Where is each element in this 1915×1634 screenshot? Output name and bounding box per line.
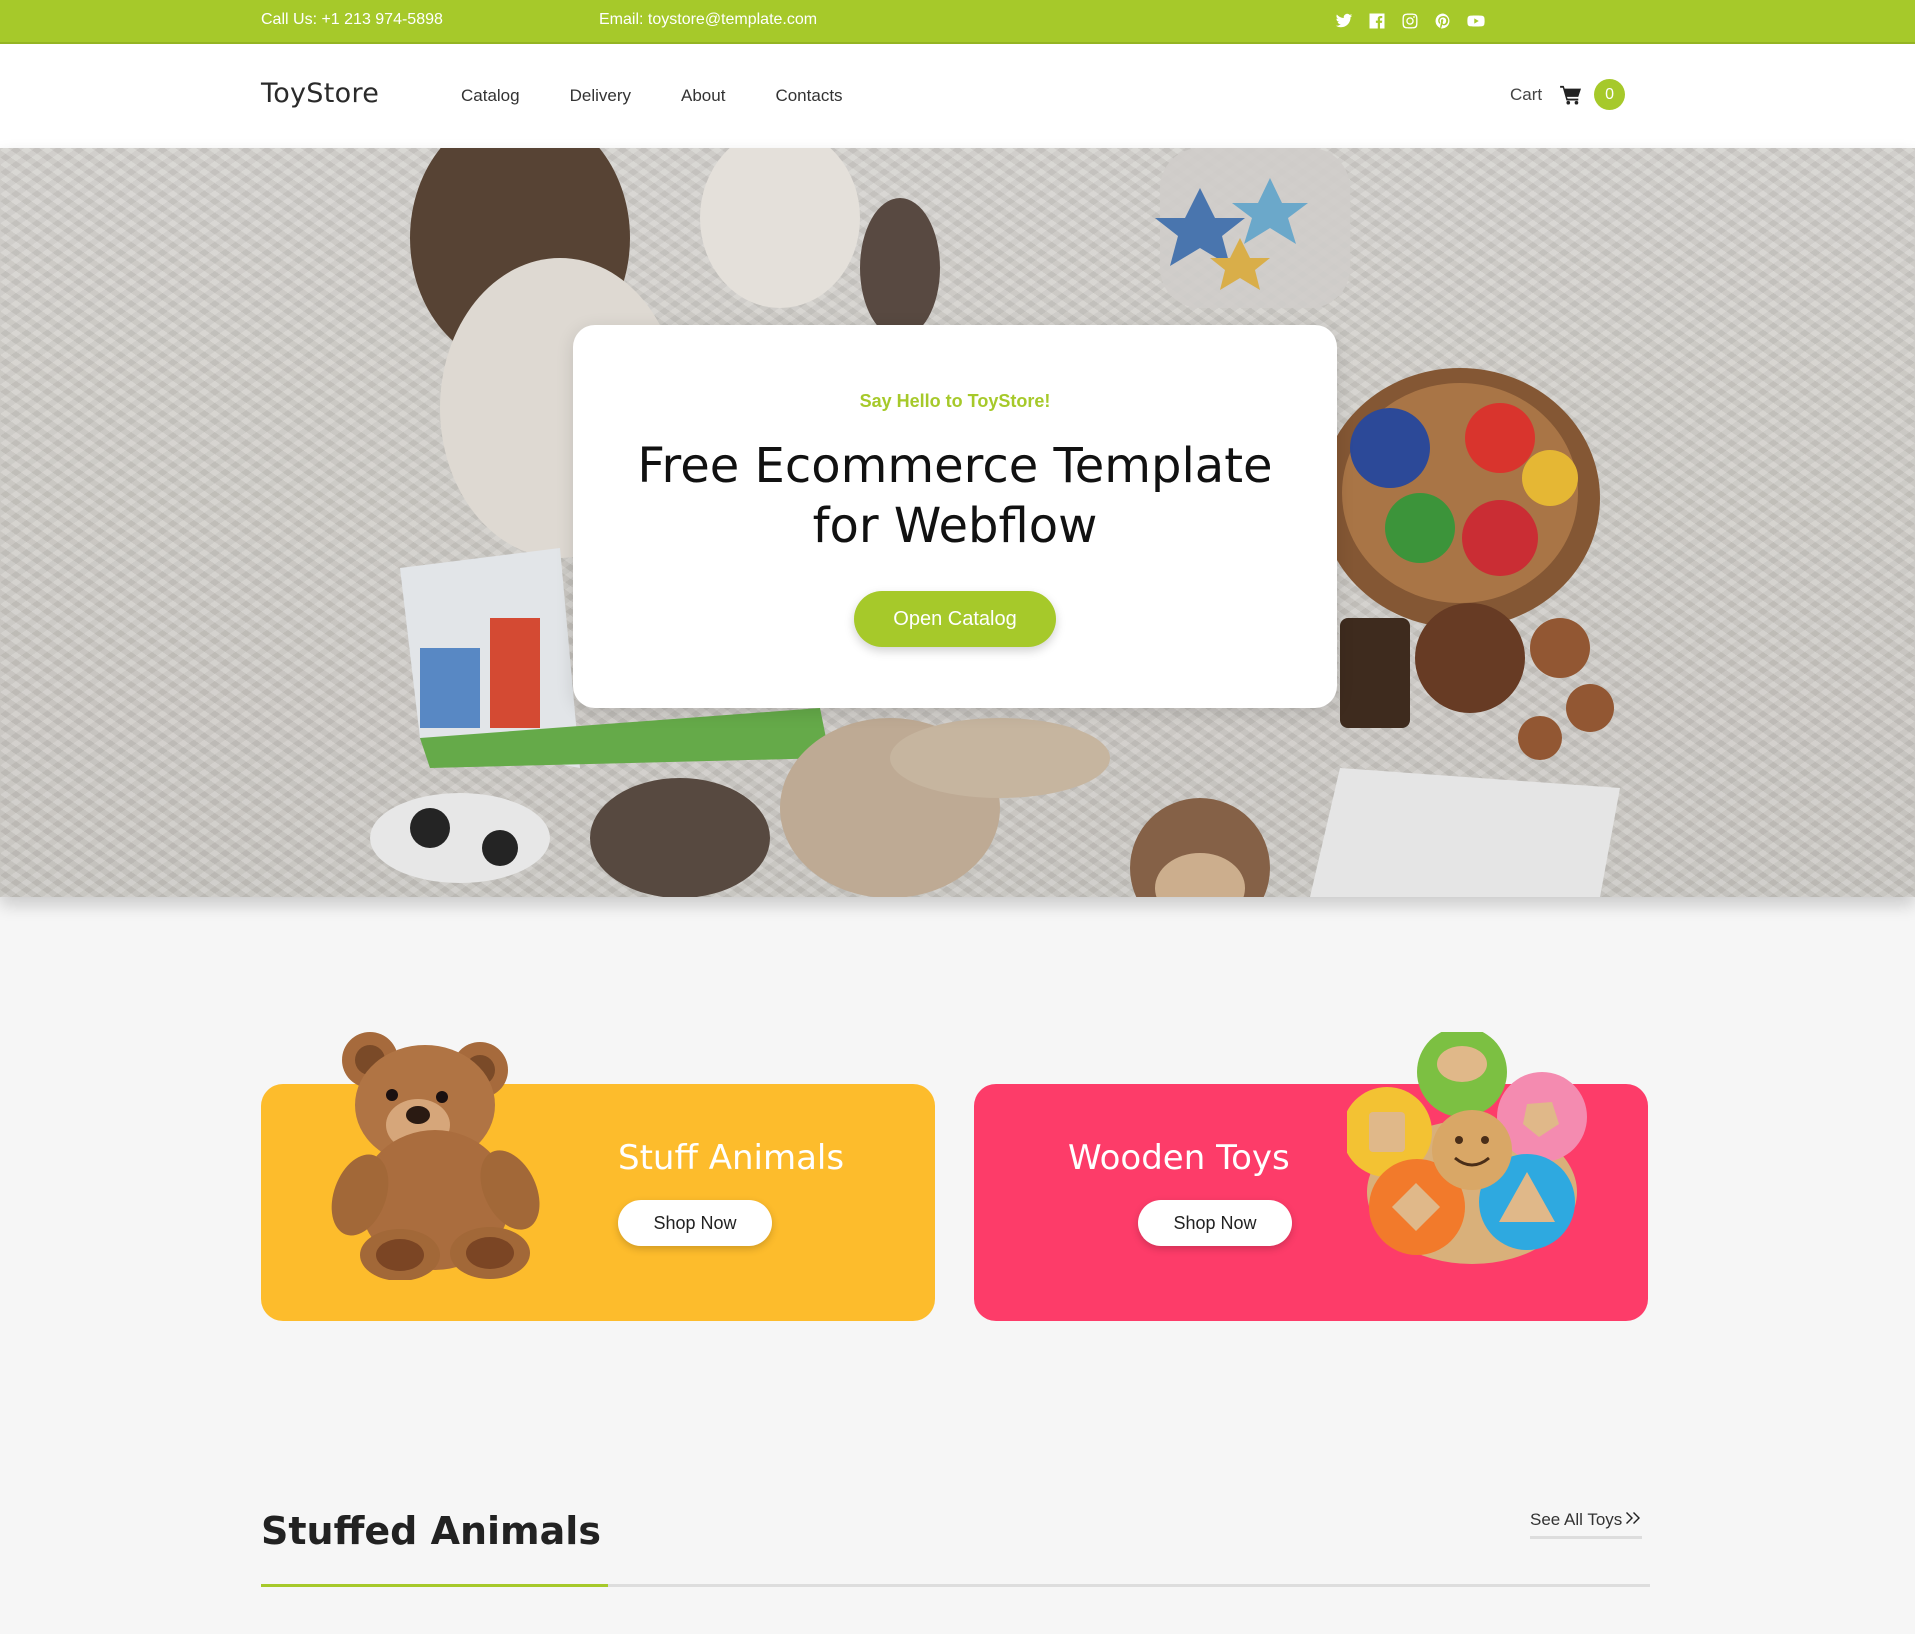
hero-headline: Free Ecommerce Template for Webflow [637,438,1273,554]
nav-contacts[interactable]: Contacts [775,86,842,106]
main-header: ToyStore Catalog Delivery About Contacts… [0,44,1915,148]
cart-button[interactable]: Cart 0 [1510,79,1626,110]
section-divider-accent [261,1584,608,1587]
teddy-bear-image [331,1032,540,1280]
double-chevron-right-icon [1626,1510,1642,1530]
youtube-icon[interactable] [1466,11,1486,31]
facebook-icon[interactable] [1367,11,1387,31]
see-all-label: See All Toys [1530,1510,1623,1529]
section-title: Stuffed Animals [261,1509,601,1553]
shop-now-button[interactable]: Shop Now [618,1200,772,1246]
wooden-flower-toy-image [1347,1032,1587,1264]
nav-catalog[interactable]: Catalog [461,86,520,106]
category-title: Stuff Animals [618,1138,845,1178]
nav-delivery[interactable]: Delivery [570,86,631,106]
cart-label: Cart [1510,84,1543,104]
hero-eyebrow: Say Hello to ToyStore! [859,391,1051,411]
instagram-icon[interactable] [1400,11,1420,31]
nav-about[interactable]: About [681,86,725,106]
top-bar: Call Us: +1 213 974-5898 Email: toystore… [0,0,1915,44]
email-address[interactable]: Email: toystore@template.com [599,11,817,29]
hero-card: Say Hello to ToyStore! Free Ecommerce Te… [573,325,1337,708]
open-catalog-button[interactable]: Open Catalog [854,591,1056,647]
shopping-cart-icon [1560,85,1582,105]
cart-count-badge: 0 [1594,79,1626,110]
hero-section: Say Hello to ToyStore! Free Ecommerce Te… [0,148,1915,897]
shop-now-button[interactable]: Shop Now [1138,1200,1292,1246]
main-nav: Catalog Delivery About Contacts [461,86,843,106]
see-all-toys-link[interactable]: See All Toys [1530,1510,1643,1539]
section-divider [261,1584,1650,1587]
phone-number[interactable]: Call Us: +1 213 974-5898 [261,11,443,29]
category-title: Wooden Toys [1068,1138,1290,1178]
twitter-icon[interactable] [1334,11,1354,31]
site-logo[interactable]: ToyStore [261,78,379,109]
pinterest-icon[interactable] [1433,11,1453,31]
social-links [1334,11,1486,31]
